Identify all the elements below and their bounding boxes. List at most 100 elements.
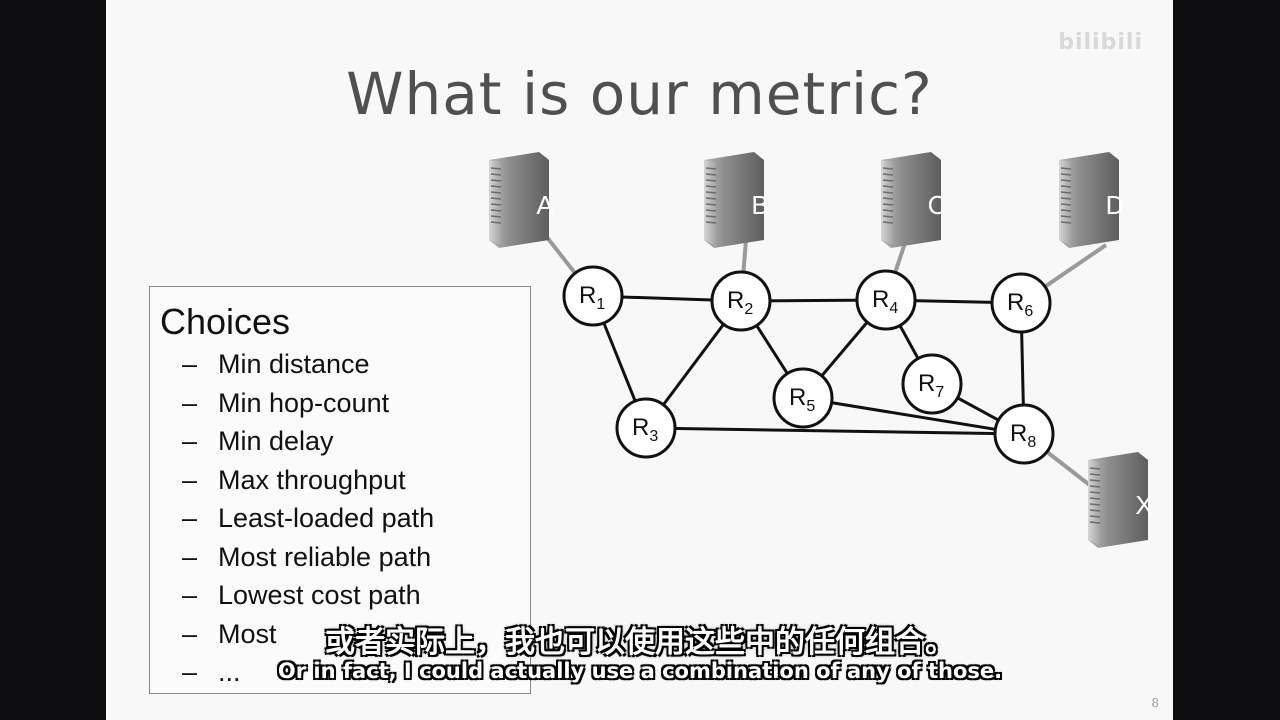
server-vent bbox=[1060, 173, 1072, 176]
server-vent bbox=[882, 167, 894, 170]
server-vent bbox=[882, 215, 894, 218]
server-vent bbox=[882, 197, 894, 200]
server-vent bbox=[490, 173, 502, 176]
server-vent bbox=[490, 209, 502, 212]
router-letter: R bbox=[632, 414, 649, 441]
router-subscript: 1 bbox=[596, 296, 605, 313]
server-vent bbox=[1060, 167, 1072, 170]
subtitle-chinese: 或者实际上，我也可以使用这些中的任何组合。 bbox=[325, 625, 955, 660]
server-front bbox=[489, 160, 503, 246]
server-label: D bbox=[1106, 190, 1125, 220]
slide: bilibili What is our metric? ABCDX R1 R2 R… bbox=[106, 0, 1173, 720]
choices-heading: Choices bbox=[160, 301, 291, 342]
choice-item: – Least-loaded path bbox=[182, 499, 434, 538]
server-front bbox=[704, 160, 718, 246]
choice-label: Min hop-count bbox=[218, 387, 390, 418]
choice-label: Least-loaded path bbox=[218, 503, 435, 533]
server-vent bbox=[882, 221, 894, 224]
router-r4: R4 bbox=[855, 269, 917, 331]
choice-label: Min delay bbox=[218, 426, 334, 456]
choice-dash: – bbox=[182, 426, 198, 456]
server-vent bbox=[882, 203, 894, 206]
router-letter: R bbox=[727, 287, 744, 314]
server-vent bbox=[705, 215, 717, 218]
router-r5: R5 bbox=[772, 367, 834, 429]
router-subscript: 5 bbox=[806, 398, 815, 415]
router-letter: R bbox=[918, 370, 935, 397]
choice-item: – Min distance bbox=[182, 345, 434, 384]
server-vent bbox=[1089, 509, 1101, 512]
choice-dash: – bbox=[182, 349, 198, 379]
hosts: A B C D X bbox=[489, 152, 1153, 548]
router-letter: R bbox=[789, 384, 806, 411]
router-subscript: 2 bbox=[744, 301, 753, 318]
choice-item: – Max throughput bbox=[182, 461, 434, 500]
router-r6: R6 bbox=[990, 272, 1052, 334]
server-front bbox=[881, 160, 895, 246]
server-vent bbox=[1060, 197, 1072, 200]
router-letter: R bbox=[1010, 420, 1027, 447]
server-vent bbox=[1060, 185, 1072, 188]
choice-label: Most reliable path bbox=[218, 541, 432, 572]
server-vent bbox=[490, 221, 502, 224]
server-vent bbox=[882, 173, 894, 176]
router-r1: R1 bbox=[562, 265, 624, 327]
server-vent bbox=[705, 191, 717, 194]
server-vent bbox=[705, 221, 717, 224]
server-vent bbox=[705, 197, 717, 200]
server-label: B bbox=[751, 190, 768, 220]
choice-item: – Min hop-count bbox=[182, 384, 434, 423]
server-vent bbox=[1089, 485, 1101, 488]
server-vent bbox=[705, 203, 717, 206]
subtitle-english: Or in fact, I could actually use a combi… bbox=[277, 659, 1003, 683]
choice-label: Max throughput bbox=[218, 464, 406, 495]
server-vent bbox=[882, 209, 894, 212]
server-vent bbox=[1060, 221, 1072, 224]
server-vent bbox=[1089, 491, 1101, 494]
server-vent bbox=[882, 179, 894, 182]
server-vent bbox=[490, 179, 502, 182]
choice-label: Lowest cost path bbox=[218, 580, 421, 610]
server-vent bbox=[705, 185, 717, 188]
server-vent bbox=[1089, 479, 1101, 482]
server-vent bbox=[705, 167, 717, 170]
server-vent bbox=[490, 185, 502, 188]
server-vent bbox=[1060, 191, 1072, 194]
choice-dash: – bbox=[182, 503, 198, 533]
router-subscript: 3 bbox=[649, 428, 658, 445]
router-subscript: 4 bbox=[889, 300, 898, 317]
choice-dash: – bbox=[182, 464, 198, 495]
server-label: C bbox=[928, 190, 947, 220]
server-front bbox=[1059, 160, 1073, 246]
router-subscript: 8 bbox=[1027, 434, 1036, 451]
server-vent bbox=[705, 173, 717, 176]
router-r7: R7 bbox=[901, 353, 963, 415]
server-x: X bbox=[1088, 452, 1153, 548]
server-vent bbox=[1089, 497, 1101, 500]
router-letter: R bbox=[1007, 289, 1024, 316]
choice-dash: – bbox=[182, 580, 198, 610]
server-vent bbox=[490, 191, 502, 194]
choice-item: – Min delay bbox=[182, 422, 434, 461]
server-vent bbox=[705, 179, 717, 182]
router-r8: R8 bbox=[993, 403, 1055, 465]
router-letter: R bbox=[872, 286, 889, 313]
server-vent bbox=[882, 185, 894, 188]
choice-item: – Lowest cost path bbox=[182, 576, 434, 615]
server-front bbox=[1088, 460, 1102, 546]
server-vent bbox=[490, 203, 502, 206]
server-c: C bbox=[881, 152, 946, 248]
server-b: B bbox=[704, 152, 769, 248]
router-r2: R2 bbox=[710, 270, 772, 332]
server-vent bbox=[1060, 209, 1072, 212]
choice-dash: – bbox=[182, 387, 198, 418]
router-letter: R bbox=[579, 282, 596, 309]
server-vent bbox=[1089, 473, 1101, 476]
server-vent bbox=[490, 215, 502, 218]
server-a: A bbox=[489, 152, 554, 248]
server-vent bbox=[1089, 467, 1101, 470]
router-link bbox=[645, 426, 1025, 436]
choice-item: – Most reliable path bbox=[182, 538, 434, 577]
server-vent bbox=[1089, 521, 1101, 524]
choice-dash: – bbox=[182, 541, 198, 572]
